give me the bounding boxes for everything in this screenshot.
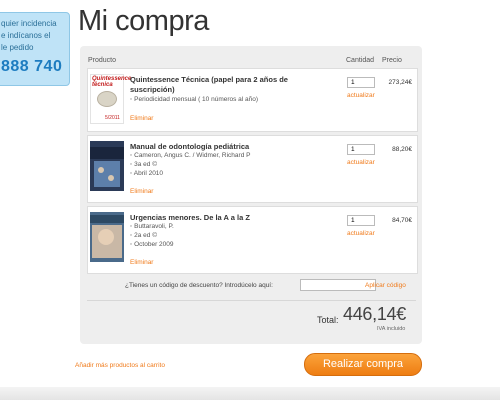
update-quantity-link[interactable]: actualizar [347, 159, 375, 166]
vat-note: IVA incluido [377, 326, 406, 332]
cover-dental-picture [97, 91, 117, 107]
page-title: Mi compra [78, 5, 209, 37]
column-header-product: Producto [88, 57, 117, 64]
product-cover-image: Quintessence técnica 5/2011 [90, 74, 131, 124]
cover-date-text: 5/2011 [105, 115, 120, 121]
footer-strip [0, 387, 500, 400]
product-detail: ◦ Periodicidad mensual ( 10 números al a… [130, 96, 259, 103]
product-title: Urgencias menores. De la A a la Z [130, 213, 250, 222]
column-header-price: Precio [382, 57, 402, 64]
help-text-line-1: quier incidencia [1, 19, 57, 28]
cover-title-band [90, 147, 124, 159]
total-label: Total: [317, 315, 339, 325]
column-header-quantity: Cantidad [346, 57, 375, 64]
help-phone-number: 888 740 [1, 58, 63, 75]
product-title: Quintessence Técnica (papel para 2 años … [130, 75, 288, 94]
cart-item: Urgencias menores. De la A a la Z ◦ Butt… [87, 206, 418, 274]
cover-title-text: Quintessence técnica [92, 76, 132, 88]
cover-picture-detail [108, 175, 114, 181]
product-cover-image [90, 141, 124, 191]
remove-item-link[interactable]: Eliminar [130, 188, 153, 195]
checkout-button[interactable]: Realizar compra [304, 353, 422, 376]
product-detail: ◦ 3a ed © [130, 161, 157, 168]
help-text-line-2: e indícanos el [1, 31, 51, 40]
help-box: quier incidencia e indícanos el le pedid… [0, 12, 70, 86]
total-amount: 446,14€ [343, 304, 406, 324]
cart-item: Manual de odontología pediátrica ◦ Camer… [87, 135, 418, 203]
apply-discount-link[interactable]: Aplicar código [365, 282, 406, 289]
quantity-input[interactable] [347, 77, 375, 88]
product-detail: ◦ Cameron, Angus C. / Widmer, Richard P [130, 152, 251, 159]
product-cover-image [90, 212, 124, 262]
product-detail: ◦ Buttaravoli, P. [130, 223, 174, 230]
product-detail: ◦ October 2009 [130, 241, 174, 248]
divider [87, 300, 416, 301]
quantity-input[interactable] [347, 144, 375, 155]
cart-panel: Producto Cantidad Precio Quintessence té… [80, 46, 422, 344]
cover-picture [94, 161, 120, 187]
quantity-input[interactable] [347, 215, 375, 226]
remove-item-link[interactable]: Eliminar [130, 115, 153, 122]
product-detail: ◦ 2a ed © [130, 232, 157, 239]
update-quantity-link[interactable]: actualizar [347, 92, 375, 99]
product-title: Manual de odontología pediátrica [130, 142, 250, 151]
discount-label: ¿Tienes un código de descuento? Introdúc… [125, 282, 273, 289]
item-price: 88,20€ [392, 146, 412, 153]
cover-picture-detail [98, 167, 104, 173]
add-more-products-link[interactable]: Añadir más productos al carrito [75, 362, 165, 369]
remove-item-link[interactable]: Eliminar [130, 259, 153, 266]
cover-title-band [90, 215, 124, 223]
item-price: 84,70€ [392, 217, 412, 224]
update-quantity-link[interactable]: actualizar [347, 230, 375, 237]
cover-picture-detail [98, 229, 114, 245]
item-price: 273,24€ [388, 79, 413, 86]
cart-item: Quintessence técnica 5/2011 Quintessence… [87, 68, 418, 132]
help-text-line-3: le pedido [1, 43, 34, 52]
product-detail: ◦ Abril 2010 [130, 170, 164, 177]
